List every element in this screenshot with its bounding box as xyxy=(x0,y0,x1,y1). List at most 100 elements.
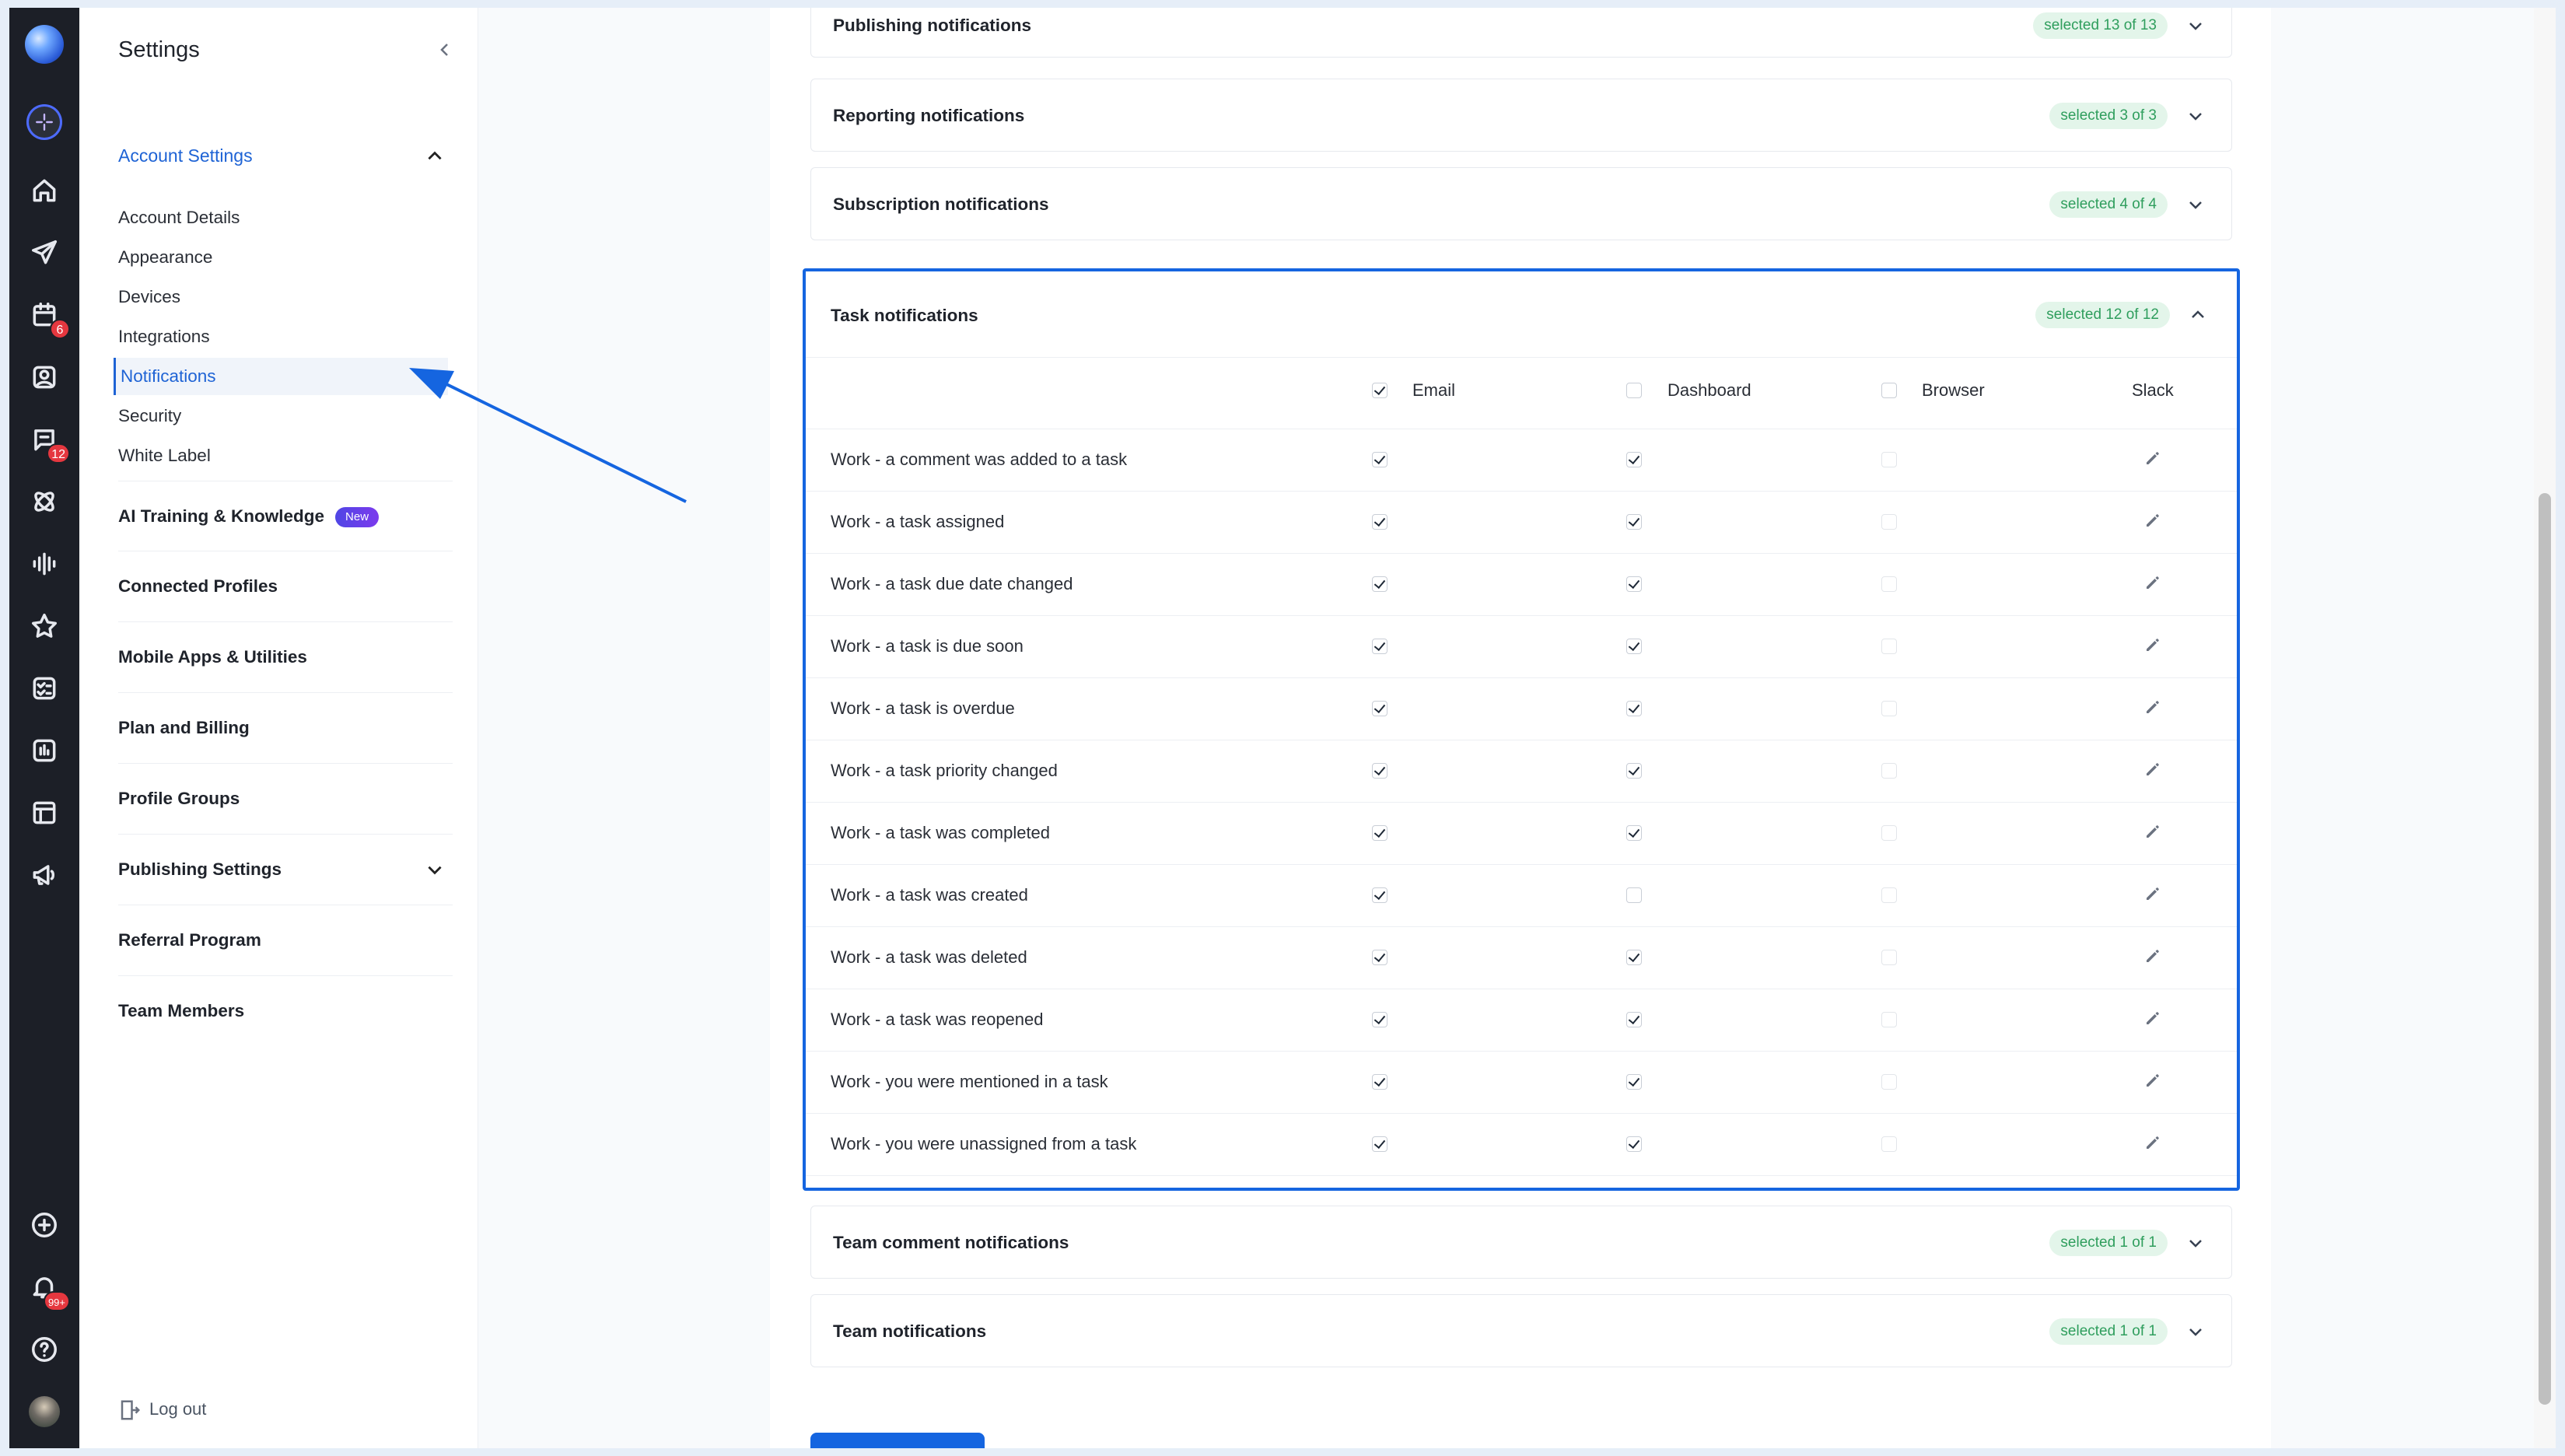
email-checkbox[interactable] xyxy=(1372,887,1387,903)
scrollbar-thumb[interactable] xyxy=(2539,493,2551,1405)
edit-slack-button[interactable] xyxy=(2143,449,2162,467)
dashboard-checkbox[interactable] xyxy=(1626,950,1642,965)
dashboard-checkbox[interactable] xyxy=(1626,701,1642,716)
email-checkbox[interactable] xyxy=(1372,639,1387,654)
collapse-sidebar-button[interactable] xyxy=(436,40,454,59)
email-checkbox[interactable] xyxy=(1372,514,1387,530)
home-icon[interactable] xyxy=(26,173,62,208)
megaphone-icon[interactable] xyxy=(26,857,62,893)
sidebar-section-profile-groups[interactable]: Profile Groups xyxy=(118,763,453,834)
browser-checkbox[interactable] xyxy=(1881,452,1897,467)
layout-icon[interactable] xyxy=(26,795,62,831)
dashboard-checkbox[interactable] xyxy=(1626,452,1642,467)
calendar-icon[interactable]: 6 xyxy=(26,297,70,339)
app-logo[interactable] xyxy=(25,25,64,64)
dashboard-checkbox[interactable] xyxy=(1626,576,1642,592)
sidebar-section-mobile-apps[interactable]: Mobile Apps & Utilities xyxy=(118,621,453,692)
accordion-publishing-notifications[interactable]: Publishing notifications selected 13 of … xyxy=(810,8,2232,58)
edit-slack-button[interactable] xyxy=(2143,822,2162,841)
dashboard-checkbox[interactable] xyxy=(1626,763,1642,779)
sidebar-item-notifications[interactable]: Notifications xyxy=(114,358,448,395)
edit-slack-button[interactable] xyxy=(2143,1071,2162,1090)
edit-slack-button[interactable] xyxy=(2143,1133,2162,1152)
email-checkbox[interactable] xyxy=(1372,1136,1387,1152)
edit-slack-button[interactable] xyxy=(2143,760,2162,779)
dashboard-checkbox[interactable] xyxy=(1626,887,1642,903)
accordion-header[interactable]: Publishing notifications selected 13 of … xyxy=(811,8,2231,57)
dashboard-checkbox[interactable] xyxy=(1626,514,1642,530)
edit-slack-button[interactable] xyxy=(2143,1009,2162,1027)
accordion-team-notifications[interactable]: Team notifications selected 1 of 1 xyxy=(810,1294,2232,1367)
dashboard-checkbox[interactable] xyxy=(1626,1012,1642,1027)
edit-slack-button[interactable] xyxy=(2143,947,2162,965)
email-checkbox[interactable] xyxy=(1372,763,1387,779)
browser-checkbox[interactable] xyxy=(1881,1012,1897,1027)
sidebar-item-devices[interactable]: Devices xyxy=(118,278,453,316)
sidebar-item-integrations[interactable]: Integrations xyxy=(118,318,453,355)
browser-checkbox[interactable] xyxy=(1881,887,1897,903)
sidebar-item-account-details[interactable]: Account Details xyxy=(118,199,453,236)
accordion-header[interactable]: Subscription notifications selected 4 of… xyxy=(811,168,2231,240)
edit-slack-button[interactable] xyxy=(2143,511,2162,530)
sidebar-section-referral[interactable]: Referral Program xyxy=(118,905,453,975)
bell-icon[interactable]: 99+ xyxy=(26,1269,70,1311)
accordion-subscription-notifications[interactable]: Subscription notifications selected 4 of… xyxy=(810,167,2232,240)
logout-button[interactable]: Log out xyxy=(118,1395,206,1423)
browser-checkbox[interactable] xyxy=(1881,514,1897,530)
dashboard-checkbox[interactable] xyxy=(1626,1074,1642,1090)
accordion-team-comment-notifications[interactable]: Team comment notifications selected 1 of… xyxy=(810,1206,2232,1279)
browser-select-all-checkbox[interactable] xyxy=(1881,383,1897,398)
sidebar-section-team-members[interactable]: Team Members xyxy=(118,975,453,1046)
email-checkbox[interactable] xyxy=(1372,452,1387,467)
browser-checkbox[interactable] xyxy=(1881,825,1897,841)
edit-slack-button[interactable] xyxy=(2143,884,2162,903)
edit-slack-button[interactable] xyxy=(2143,573,2162,592)
sidebar-item-appearance[interactable]: Appearance xyxy=(118,239,453,276)
accordion-header[interactable]: Reporting notifications selected 3 of 3 xyxy=(811,79,2231,151)
accordion-header[interactable]: Task notifications selected 12 of 12 xyxy=(806,271,2237,358)
audio-icon[interactable] xyxy=(26,546,62,582)
dashboard-checkbox[interactable] xyxy=(1626,639,1642,654)
accordion-reporting-notifications[interactable]: Reporting notifications selected 3 of 3 xyxy=(810,79,2232,152)
help-icon[interactable] xyxy=(26,1332,62,1367)
sidebar-section-ai-training[interactable]: AI Training & Knowledge New xyxy=(118,481,453,551)
email-checkbox[interactable] xyxy=(1372,1012,1387,1027)
email-checkbox[interactable] xyxy=(1372,950,1387,965)
ai-assistant-icon[interactable] xyxy=(26,104,62,140)
edit-slack-button[interactable] xyxy=(2143,698,2162,716)
sidebar-section-plan-billing[interactable]: Plan and Billing xyxy=(118,692,453,763)
browser-checkbox[interactable] xyxy=(1881,701,1897,716)
browser-checkbox[interactable] xyxy=(1881,1136,1897,1152)
add-icon[interactable] xyxy=(26,1207,62,1243)
tasks-icon[interactable] xyxy=(26,670,62,706)
star-icon[interactable] xyxy=(26,608,62,644)
browser-checkbox[interactable] xyxy=(1881,950,1897,965)
browser-checkbox[interactable] xyxy=(1881,1074,1897,1090)
dashboard-checkbox[interactable] xyxy=(1626,825,1642,841)
analytics-icon[interactable] xyxy=(26,733,62,768)
email-checkbox[interactable] xyxy=(1372,576,1387,592)
accordion-header[interactable]: Team notifications selected 1 of 1 xyxy=(811,1295,2231,1367)
integrations-icon[interactable] xyxy=(26,484,62,520)
sidebar-item-security[interactable]: Security xyxy=(118,397,453,435)
edit-slack-button[interactable] xyxy=(2143,635,2162,654)
email-checkbox[interactable] xyxy=(1372,701,1387,716)
dashboard-select-all-checkbox[interactable] xyxy=(1626,383,1642,398)
account-settings-group[interactable]: Account Settings xyxy=(118,140,445,171)
user-avatar[interactable] xyxy=(26,1394,62,1430)
dashboard-checkbox[interactable] xyxy=(1626,1136,1642,1152)
sidebar-item-white-label[interactable]: White Label xyxy=(118,437,453,474)
email-checkbox[interactable] xyxy=(1372,825,1387,841)
browser-checkbox[interactable] xyxy=(1881,576,1897,592)
browser-checkbox[interactable] xyxy=(1881,763,1897,779)
send-icon[interactable] xyxy=(26,235,62,271)
accordion-header[interactable]: Team comment notifications selected 1 of… xyxy=(811,1206,2231,1278)
sidebar-section-publishing-settings[interactable]: Publishing Settings xyxy=(118,834,453,905)
browser-checkbox[interactable] xyxy=(1881,639,1897,654)
email-checkbox[interactable] xyxy=(1372,1074,1387,1090)
sidebar-section-connected-profiles[interactable]: Connected Profiles xyxy=(118,551,453,621)
email-select-all-checkbox[interactable] xyxy=(1372,383,1387,398)
media-library-icon[interactable] xyxy=(26,359,62,395)
save-notifications-button[interactable] xyxy=(810,1433,985,1448)
inbox-icon[interactable]: 12 xyxy=(26,422,70,464)
